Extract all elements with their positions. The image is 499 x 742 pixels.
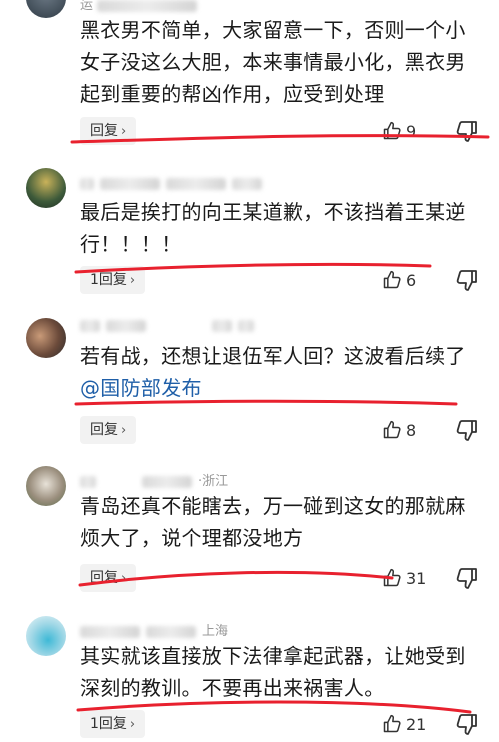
- comment-text: 黑衣男不简单，大家留意一下，否则一个小女子没这么大胆，本来事情最小化，黑衣男起到…: [80, 18, 466, 106]
- reply-button[interactable]: 1回复 ›: [80, 266, 146, 294]
- like-count: 21: [406, 714, 427, 734]
- thumbs-up-icon: [383, 568, 401, 587]
- avatar[interactable]: [26, 616, 66, 656]
- comment-meta: [80, 176, 268, 191]
- thumbs-up-icon: [383, 121, 401, 140]
- mention-link[interactable]: @国防部发布: [80, 372, 480, 404]
- thumbs-up-icon: [383, 270, 401, 289]
- reply-button[interactable]: 回复 ›: [80, 117, 137, 145]
- comment-meta: 运: [80, 0, 203, 13]
- comment-text: 最后是挨打的向王某道歉，不该挡着王某逆行！！！！: [80, 200, 466, 256]
- thumbs-down-icon[interactable]: [455, 119, 479, 143]
- thumbs-down-icon[interactable]: [455, 712, 479, 736]
- location: ·浙江: [198, 474, 229, 489]
- thumbs-down-icon[interactable]: [455, 418, 479, 442]
- avatar[interactable]: [26, 0, 66, 18]
- chevron-right-icon: ›: [121, 124, 127, 139]
- comment-meta: 上海: [80, 620, 228, 639]
- like-count: 31: [406, 568, 427, 588]
- like-button[interactable]: 31: [382, 566, 426, 590]
- comment-text: 若有战，还想让退伍军人回？这波看后续了 @国防部发布: [80, 340, 480, 404]
- comment-text: 青岛还真不能瞎去，万一碰到这女的那就麻烦大了，说个理都没地方: [80, 494, 466, 550]
- comment-meta: [80, 318, 260, 333]
- like-button[interactable]: 9: [382, 119, 416, 143]
- like-button[interactable]: 6: [382, 268, 416, 292]
- avatar[interactable]: [26, 168, 66, 208]
- location: 上海: [202, 624, 229, 639]
- like-count: 9: [406, 121, 417, 141]
- comment-meta: ·浙江: [80, 470, 228, 489]
- like-count: 6: [406, 270, 417, 290]
- chevron-right-icon: ›: [121, 423, 127, 438]
- avatar[interactable]: [26, 318, 66, 358]
- like-button[interactable]: 8: [382, 418, 416, 442]
- reply-button[interactable]: 回复 ›: [80, 416, 137, 444]
- reply-button[interactable]: 1回复 ›: [80, 710, 146, 738]
- chevron-right-icon: ›: [129, 717, 136, 732]
- avatar[interactable]: [26, 466, 66, 506]
- thumbs-up-icon: [383, 420, 401, 439]
- thumbs-down-icon[interactable]: [455, 268, 479, 292]
- chevron-right-icon: ›: [129, 273, 136, 288]
- username[interactable]: 运: [80, 0, 93, 13]
- comment-text: 其实就该直接放下法律拿起武器，让她受到深刻的教训。不要再出来祸害人。: [80, 644, 466, 700]
- chevron-right-icon: ›: [121, 571, 127, 586]
- thumbs-up-icon: [383, 714, 401, 733]
- reply-button[interactable]: 回复 ›: [80, 564, 137, 592]
- like-count: 8: [406, 420, 417, 440]
- thumbs-down-icon[interactable]: [455, 566, 479, 590]
- like-button[interactable]: 21: [382, 712, 426, 736]
